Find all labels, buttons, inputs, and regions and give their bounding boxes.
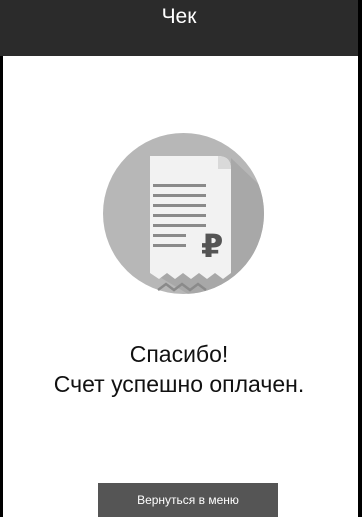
receipt-ruble-icon: ₽ xyxy=(103,133,264,294)
page-title: Чек xyxy=(161,5,197,28)
receipt-illustration: ₽ xyxy=(103,133,264,294)
app-header: Чек xyxy=(0,0,358,56)
payment-status-text: Счет успешно оплачен. xyxy=(53,371,305,397)
payment-success-message: Спасибо! Счет успешно оплачен. xyxy=(0,339,358,399)
back-to-menu-button[interactable]: Вернуться в меню xyxy=(98,483,278,517)
app-screen: Чек ₽ Спасибо! Счет успешно оплачен. Вер… xyxy=(0,0,362,517)
thanks-text: Спасибо! xyxy=(129,341,229,367)
ruble-symbol: ₽ xyxy=(201,227,223,265)
